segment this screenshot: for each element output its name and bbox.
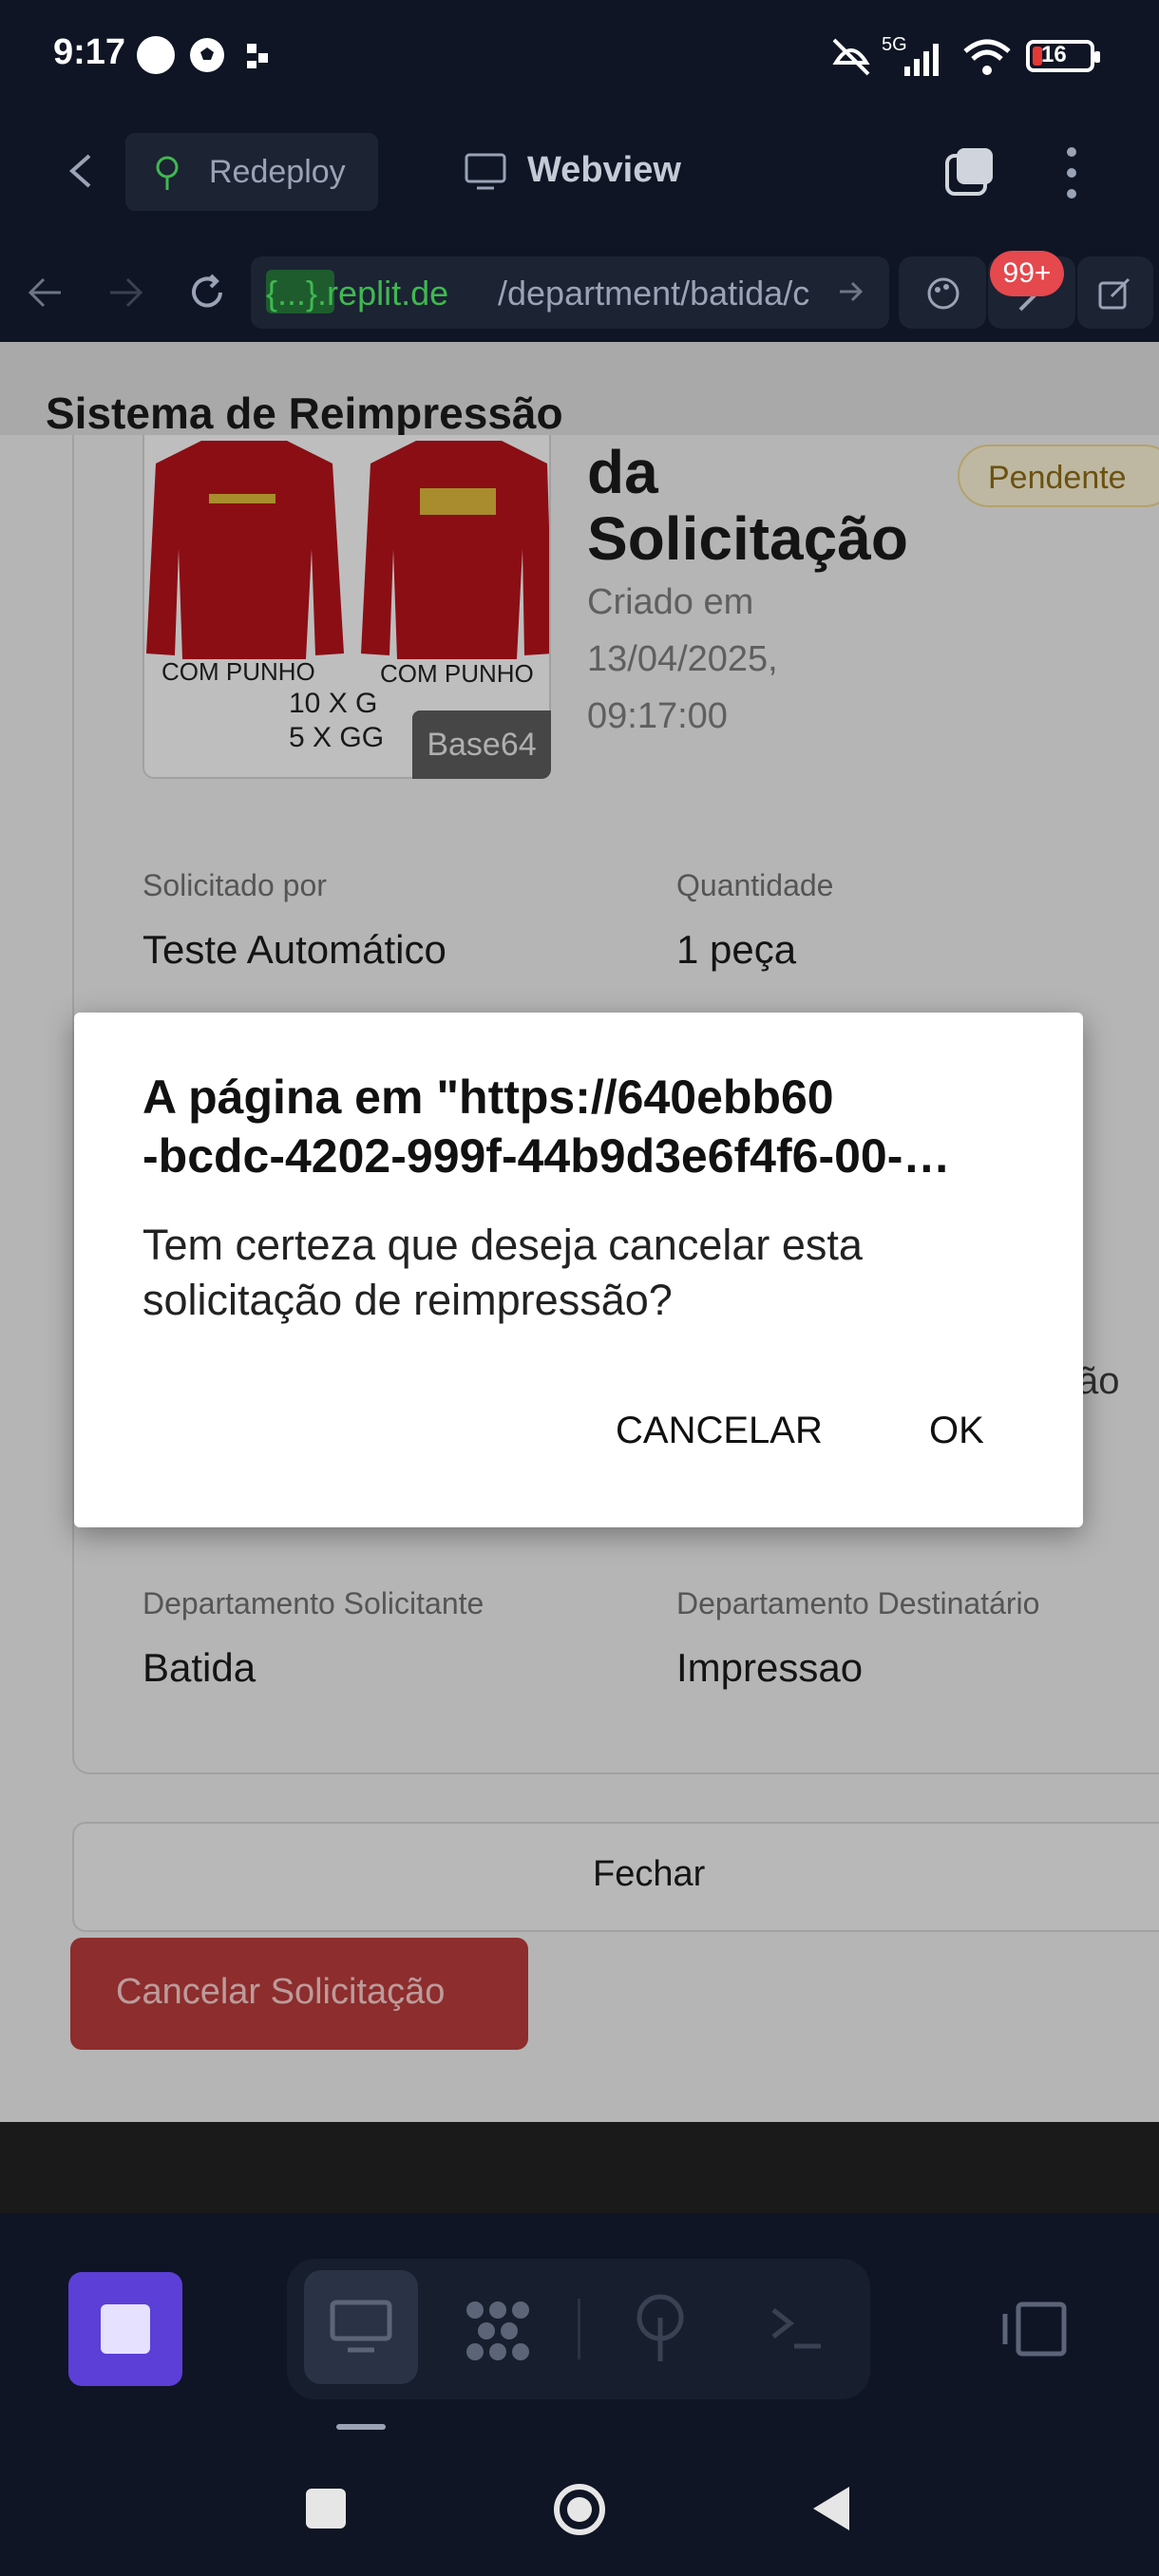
home-indicator [336, 2424, 386, 2430]
reload-icon[interactable] [186, 272, 228, 313]
url-arrow-icon [840, 281, 864, 302]
redeploy-icon [156, 156, 179, 190]
tabs-icon[interactable] [943, 144, 997, 198]
mute-icon [832, 38, 870, 76]
more-vert-icon[interactable] [1054, 144, 1089, 201]
dialog-ok-button[interactable]: OK [929, 1410, 984, 1452]
webview-tab-label[interactable]: Webview [527, 150, 681, 191]
external-link-icon [1098, 277, 1130, 310]
webview-footer [0, 2122, 1159, 2217]
wifi-icon [963, 39, 1011, 75]
nav-divider [578, 2299, 580, 2359]
terminal-icon[interactable] [768, 2302, 825, 2354]
signal-icon [904, 44, 939, 76]
dialog-cancel-button[interactable]: CANCELAR [616, 1410, 823, 1452]
battery-level: 16 [1041, 42, 1067, 67]
webview-icon [330, 2300, 392, 2353]
back-arrow-icon[interactable] [63, 152, 101, 190]
monitor-icon [465, 153, 506, 190]
browser-back-icon[interactable] [27, 275, 65, 310]
layout-icon[interactable] [998, 2301, 1068, 2358]
notification-soccer-icon [190, 38, 224, 72]
notification-amazon-icon [137, 36, 175, 74]
palette-icon [927, 277, 960, 310]
deploy-icon[interactable] [631, 2293, 690, 2365]
stop-icon [101, 2304, 150, 2354]
redeploy-label: Redeploy [209, 154, 346, 190]
android-back-icon[interactable] [809, 2483, 853, 2534]
notification-dots-icon [247, 44, 268, 68]
url-host: {...}.replit.de [266, 274, 449, 313]
android-recents-icon[interactable] [306, 2489, 346, 2529]
workflows-icon[interactable] [462, 2297, 534, 2363]
notification-badge: 99+ [990, 251, 1064, 296]
url-path: /department/batida/c [498, 274, 810, 313]
browser-forward-icon[interactable] [106, 275, 144, 310]
dialog-title-line2: -bcdc-4202-999f-44b9d3e6f4f6-00-… [142, 1129, 951, 1183]
dialog-title-line1: A página em "https://640ebb60 [142, 1070, 834, 1124]
status-time: 9:17 [53, 32, 126, 72]
dialog-message: Tem certeza que deseja cancelar esta sol… [142, 1221, 863, 1324]
dialog-title: A página em "https://640ebb60 -bcdc-4202… [142, 1068, 1016, 1185]
android-home-icon[interactable] [551, 2481, 608, 2538]
